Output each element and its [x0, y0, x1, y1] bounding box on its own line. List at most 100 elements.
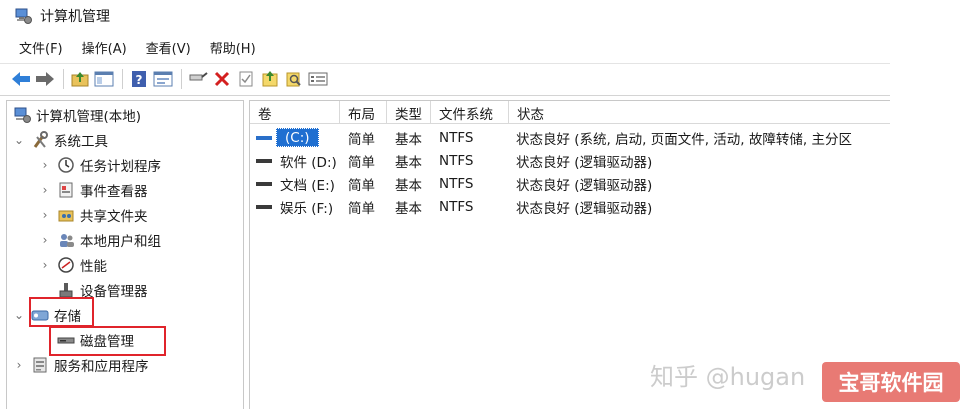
toolbar-separator: [122, 68, 123, 89]
drive-icon: [256, 181, 272, 186]
event-viewer-icon: [57, 181, 75, 199]
filesystem-cell: NTFS: [439, 175, 474, 192]
type-cell: 基本: [395, 200, 422, 217]
tree-item-event-viewer[interactable]: › 事件查看器: [39, 178, 148, 202]
tree-item-label: 系统工具: [54, 134, 108, 150]
tree-item-label: 事件查看器: [80, 184, 148, 200]
help-icon[interactable]: ?: [128, 68, 150, 90]
watermark-text: 知乎 @hugan: [650, 363, 806, 391]
navigation-tree: 计算机管理(本地) ⌄ 系统工具 › 任务计划程序 › 事件查看器 › 共享文件…: [6, 100, 244, 409]
tree-item-label: 任务计划程序: [80, 159, 161, 175]
toolbar-divider: [0, 95, 890, 96]
drive-icon: [256, 204, 272, 209]
show-hide-tree-icon[interactable]: [93, 68, 115, 90]
tree-item-label: 计算机管理(本地): [36, 109, 142, 125]
menu-view[interactable]: 查看(V): [146, 38, 191, 57]
tree-item-shared-folders[interactable]: › 共享文件夹: [39, 203, 148, 227]
volume-cell: (C:): [256, 126, 340, 149]
chevron-down-icon[interactable]: ⌄: [13, 308, 25, 322]
users-icon: [57, 231, 75, 249]
up-folder-icon[interactable]: [69, 68, 91, 90]
clock-icon: [57, 156, 75, 174]
type-cell: 基本: [395, 131, 422, 148]
menu-file[interactable]: 文件(F): [19, 38, 63, 57]
window-title: 计算机管理: [40, 9, 110, 25]
table-row[interactable]: 文档 (E:) 简单 基本 NTFS 状态良好 (逻辑驱动器): [250, 172, 890, 195]
storage-highlight-box: [29, 297, 94, 327]
volume-name: 娱乐 (F:): [280, 200, 334, 217]
volume-cell: 娱乐 (F:): [256, 195, 340, 218]
filesystem-cell: NTFS: [439, 198, 474, 215]
column-header-volume[interactable]: 卷: [250, 101, 340, 124]
volume-cell: 软件 (D:): [256, 149, 340, 172]
tree-item-label: 本地用户和组: [80, 234, 161, 250]
computer-management-icon: [14, 7, 32, 25]
status-cell: 状态良好 (逻辑驱动器): [516, 154, 653, 171]
toolbar-separator: [63, 68, 64, 89]
tree-item-label: 服务和应用程序: [54, 359, 149, 375]
status-cell: 状态良好 (系统, 启动, 页面文件, 活动, 故障转储, 主分区: [516, 131, 852, 148]
title-bar: 计算机管理: [0, 0, 965, 32]
toolbar-separator: [181, 68, 182, 89]
chevron-right-icon[interactable]: ›: [13, 358, 25, 372]
chevron-down-icon[interactable]: ⌄: [13, 133, 25, 147]
back-arrow-icon[interactable]: [10, 68, 32, 90]
watermark-badge: 宝哥软件园: [822, 362, 960, 402]
search-icon[interactable]: [283, 68, 305, 90]
drive-icon: [256, 158, 272, 163]
properties-icon[interactable]: [152, 68, 174, 90]
type-cell: 基本: [395, 154, 422, 171]
column-header-layout[interactable]: 布局: [340, 101, 387, 124]
menu-bar: 文件(F) 操作(A) 查看(V) 帮助(H): [0, 34, 275, 60]
drive-icon: [256, 135, 272, 140]
menu-help[interactable]: 帮助(H): [210, 38, 256, 57]
export-icon[interactable]: [307, 68, 329, 90]
layout-cell: 简单: [348, 200, 375, 217]
volume-name-selected: (C:): [276, 128, 319, 147]
delete-icon[interactable]: [211, 68, 233, 90]
connect-icon[interactable]: [187, 68, 209, 90]
tree-item-system-tools[interactable]: ⌄ 系统工具: [13, 128, 108, 152]
layout-cell: 简单: [348, 131, 375, 148]
computer-management-icon: [13, 106, 31, 124]
volume-name: 文档 (E:): [280, 177, 335, 194]
chevron-right-icon[interactable]: ›: [39, 258, 51, 272]
table-row[interactable]: 软件 (D:) 简单 基本 NTFS 状态良好 (逻辑驱动器): [250, 149, 890, 172]
column-header-type[interactable]: 类型: [387, 101, 431, 124]
tree-item-computer-management[interactable]: 计算机管理(本地): [13, 103, 141, 127]
tree-item-local-users[interactable]: › 本地用户和组: [39, 228, 161, 252]
svg-text:?: ?: [136, 73, 143, 87]
forward-arrow-icon[interactable]: [34, 68, 56, 90]
status-cell: 状态良好 (逻辑驱动器): [516, 200, 653, 217]
disk-management-highlight-box: [49, 326, 166, 356]
column-header-filesystem[interactable]: 文件系统: [431, 101, 509, 124]
status-cell: 状态良好 (逻辑驱动器): [516, 177, 653, 194]
toolbar: ?: [0, 63, 890, 93]
filesystem-cell: NTFS: [439, 152, 474, 169]
import-icon[interactable]: [259, 68, 281, 90]
table-row[interactable]: (C:) 简单 基本 NTFS 状态良好 (系统, 启动, 页面文件, 活动, …: [250, 126, 890, 149]
checklist-icon[interactable]: [235, 68, 257, 90]
tree-item-services-apps[interactable]: › 服务和应用程序: [13, 353, 149, 377]
services-icon: [31, 356, 49, 374]
tree-item-performance[interactable]: › 性能: [39, 253, 107, 277]
chevron-right-icon[interactable]: ›: [39, 183, 51, 197]
tools-icon: [31, 131, 49, 149]
performance-icon: [57, 256, 75, 274]
column-header-status[interactable]: 状态: [509, 101, 890, 124]
table-row[interactable]: 娱乐 (F:) 简单 基本 NTFS 状态良好 (逻辑驱动器): [250, 195, 890, 218]
chevron-right-icon[interactable]: ›: [39, 158, 51, 172]
tree-item-label: 共享文件夹: [80, 209, 148, 225]
menu-action[interactable]: 操作(A): [82, 38, 127, 57]
tree-item-task-scheduler[interactable]: › 任务计划程序: [39, 153, 161, 177]
type-cell: 基本: [395, 177, 422, 194]
layout-cell: 简单: [348, 154, 375, 171]
volume-name: 软件 (D:): [280, 154, 337, 171]
shared-folder-icon: [57, 206, 75, 224]
chevron-right-icon[interactable]: ›: [39, 233, 51, 247]
tree-item-label: 性能: [80, 259, 107, 275]
volume-list-header: 卷 布局 类型 文件系统 状态: [250, 101, 890, 124]
filesystem-cell: NTFS: [439, 129, 474, 146]
volume-cell: 文档 (E:): [256, 172, 340, 195]
chevron-right-icon[interactable]: ›: [39, 208, 51, 222]
